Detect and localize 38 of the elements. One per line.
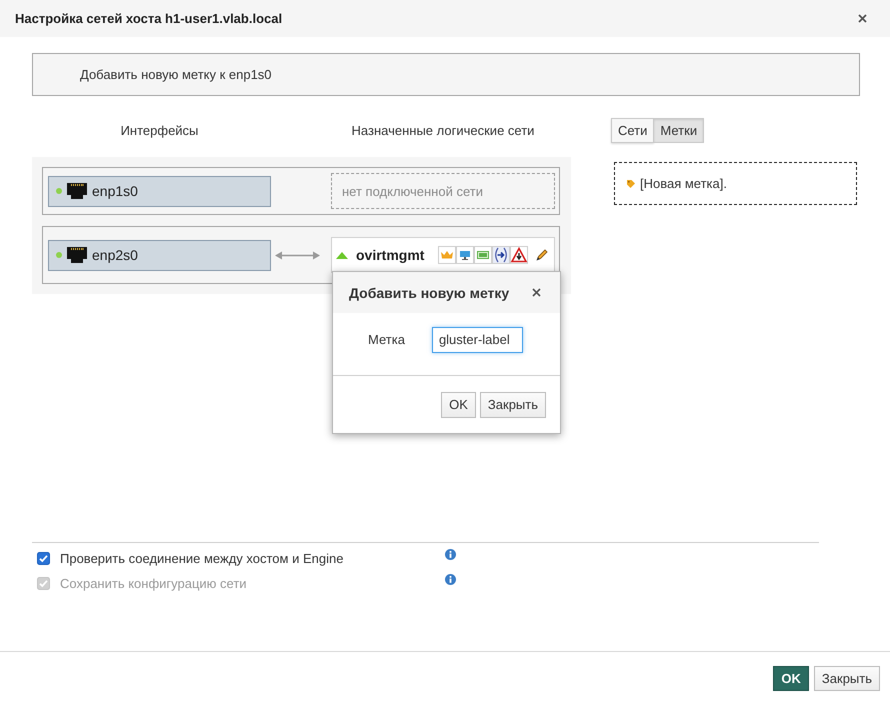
close-icon[interactable] — [532, 288, 541, 297]
info-icon[interactable] — [445, 574, 456, 585]
interface-name: enp1s0 — [92, 183, 138, 199]
monitor-icon — [456, 246, 474, 264]
framed-panel-icon — [474, 246, 492, 264]
interface-box[interactable]: enp2s0 — [48, 240, 271, 270]
column-header: Интерфейсы — [120, 123, 198, 138]
empty-network-slot: нет подключенной сети — [331, 173, 555, 209]
network-name: ovirtmgmt — [356, 247, 424, 263]
label-text[interactable]: [Новая метка]. — [640, 176, 727, 191]
dialog-title: Добавить новую метку — [349, 284, 510, 300]
option-label: Сохранить конфигурацию сети — [60, 576, 247, 591]
close-icon[interactable] — [858, 14, 867, 23]
edit-pencil-icon[interactable] — [535, 248, 548, 262]
connection-arrow — [275, 250, 320, 260]
footer-button[interactable]: OK — [773, 666, 809, 691]
column-header: Назначенные логические сети — [352, 123, 534, 138]
ethernet-port-icon — [67, 183, 87, 199]
bracketed-arrow-icon — [492, 246, 510, 264]
checkbox[interactable] — [37, 552, 50, 565]
field-label: Метка — [368, 332, 405, 347]
info-icon[interactable] — [445, 549, 456, 560]
ethernet-port-icon — [67, 247, 87, 263]
label-input[interactable]: gluster-label — [432, 326, 523, 352]
view-tab[interactable]: Сети — [611, 118, 654, 143]
footer-button[interactable]: Закрыть — [814, 666, 880, 691]
dialog-button[interactable]: Закрыть — [480, 392, 546, 418]
dialog-button[interactable]: OK — [441, 392, 476, 418]
option-label: Проверить соединение между хостом и Engine — [60, 551, 344, 566]
interface-name: enp2s0 — [92, 247, 138, 263]
crown-icon — [438, 246, 456, 264]
warning-icon — [510, 246, 528, 264]
network-box[interactable]: ovirtmgmt — [331, 237, 555, 273]
tag-icon — [627, 180, 635, 188]
info-message: Добавить новую метку к enp1s0 — [32, 53, 860, 96]
window-title: Настройка сетей хоста h1-user1.vlab.local — [15, 11, 282, 26]
interface-box[interactable]: enp1s0 — [48, 176, 271, 206]
view-tab[interactable]: Метки — [654, 118, 704, 143]
